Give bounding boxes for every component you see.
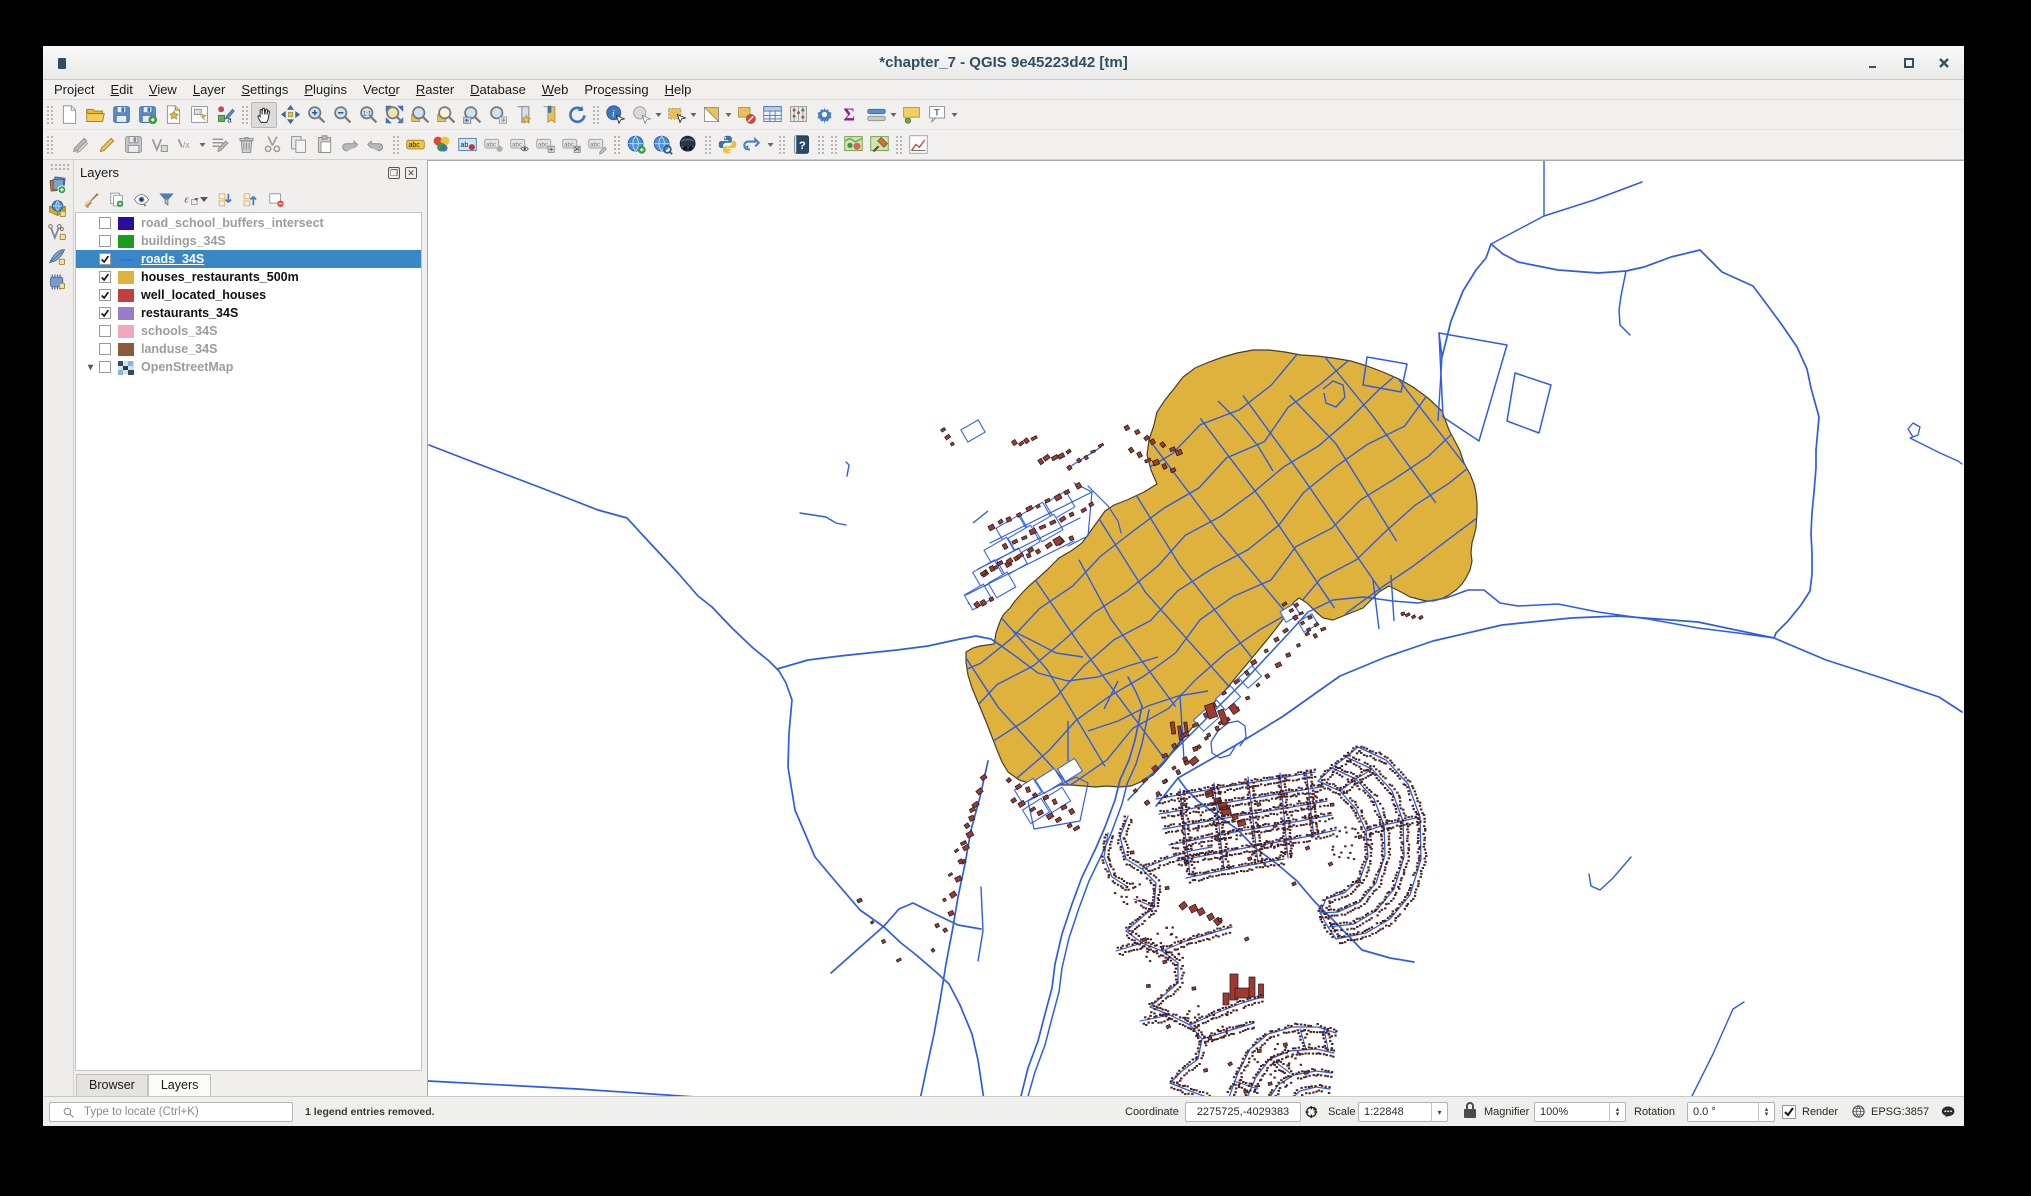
svg-text:?: ? bbox=[798, 140, 805, 152]
svg-text:abc: abc bbox=[512, 141, 522, 148]
svg-text:abc: abc bbox=[538, 141, 548, 148]
svg-text:abc: abc bbox=[486, 141, 496, 148]
svg-text:T: T bbox=[934, 107, 940, 118]
svg-text:ε: ε bbox=[184, 194, 189, 205]
svg-text:abc: abc bbox=[590, 141, 600, 148]
svg-text:ab: ab bbox=[460, 142, 468, 149]
svg-text:a: a bbox=[227, 115, 232, 124]
svg-text:1:1: 1:1 bbox=[362, 110, 371, 117]
svg-text:abc: abc bbox=[564, 141, 574, 148]
svg-text:/x: /x bbox=[182, 140, 189, 150]
svg-text:abc: abc bbox=[408, 142, 420, 149]
svg-text:i: i bbox=[612, 108, 615, 119]
svg-text:Σ: Σ bbox=[843, 105, 854, 125]
